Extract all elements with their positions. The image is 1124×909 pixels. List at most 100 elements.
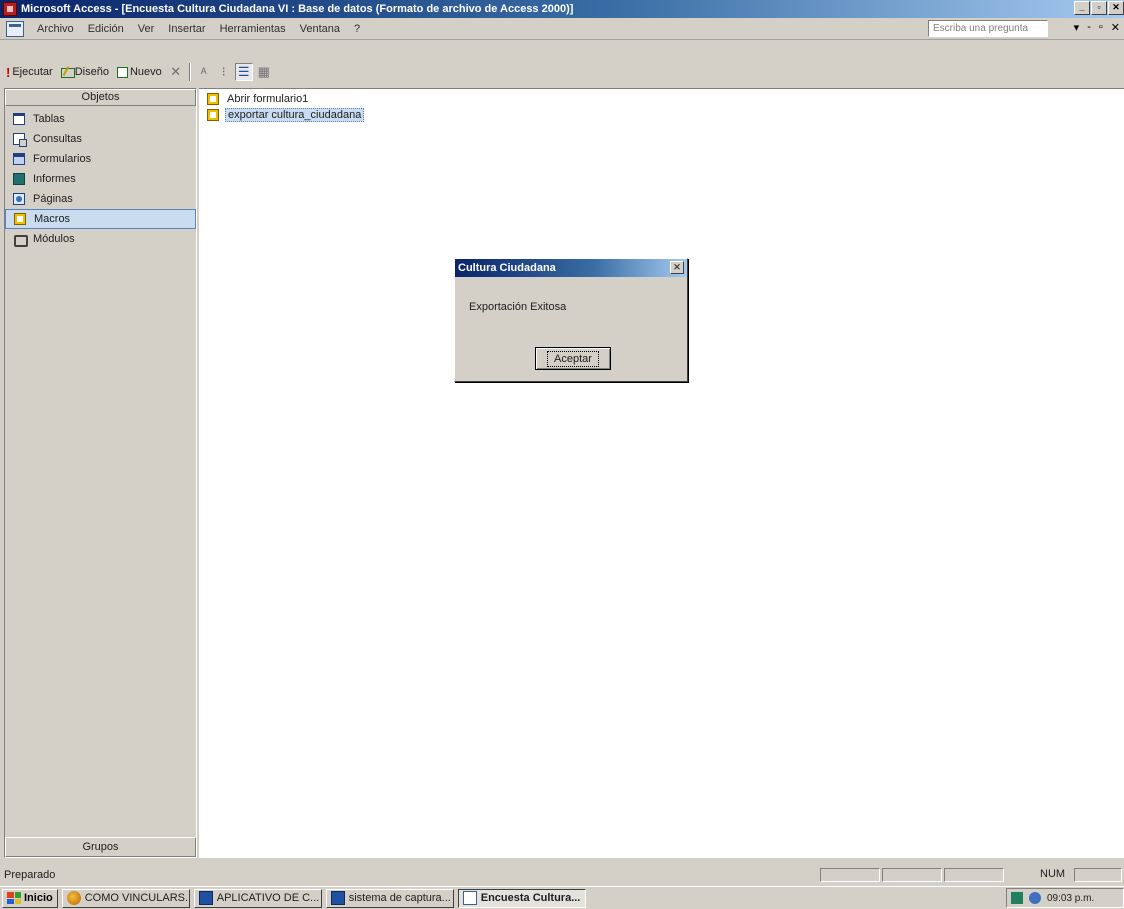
design-button[interactable]: Diseño xyxy=(58,66,112,78)
browser-icon xyxy=(66,891,81,905)
macro-icon xyxy=(14,213,26,225)
object-label: Consultas xyxy=(33,133,82,145)
menu-archivo[interactable]: Archivo xyxy=(30,23,81,35)
title-bar: Microsoft Access - [Encuesta Cultura Ciu… xyxy=(0,0,1124,18)
list-item[interactable]: exportar cultura_ciudadana xyxy=(207,107,365,123)
ask-dropdown-icon[interactable]: ▾ xyxy=(1074,21,1080,34)
object-label: Páginas xyxy=(33,193,73,205)
doc-close-button[interactable]: ✕ xyxy=(1111,21,1120,34)
start-label: Inicio xyxy=(24,892,53,904)
status-text: Preparado xyxy=(4,869,56,881)
system-tray: 09:03 p.m. xyxy=(1006,888,1124,908)
objects-list: Tablas Consultas Formularios Informes Pá… xyxy=(5,106,196,249)
status-panel xyxy=(820,868,880,882)
menu-ver[interactable]: Ver xyxy=(131,23,162,35)
window-title: Microsoft Access - [Encuesta Cultura Ciu… xyxy=(21,3,574,15)
message-dialog: Cultura Ciudadana ✕ Exportación Exitosa … xyxy=(454,258,688,382)
report-icon xyxy=(13,173,25,185)
close-button[interactable]: ✕ xyxy=(1108,1,1124,15)
access-icon xyxy=(462,891,477,905)
database-window-icon[interactable] xyxy=(6,20,24,37)
menu-herramientas[interactable]: Herramientas xyxy=(213,23,293,35)
dialog-close-button[interactable]: ✕ xyxy=(670,261,684,274)
clock[interactable]: 09:03 p.m. xyxy=(1047,893,1094,904)
object-item-paginas[interactable]: Páginas xyxy=(5,189,196,209)
access-app-icon[interactable] xyxy=(3,2,17,16)
run-button[interactable]: ! Ejecutar xyxy=(3,65,56,80)
status-bar: Preparado NUM xyxy=(0,866,1124,884)
new-button[interactable]: Nuevo xyxy=(114,66,165,78)
status-panel xyxy=(882,868,942,882)
macro-icon xyxy=(207,93,219,105)
doc-restore-button[interactable]: ▫ xyxy=(1099,21,1103,34)
tray-app-icon[interactable] xyxy=(1011,892,1023,904)
large-icons-icon[interactable]: ᴬ xyxy=(195,63,213,81)
object-item-tablas[interactable]: Tablas xyxy=(5,109,196,129)
word-icon xyxy=(330,891,345,905)
list-item[interactable]: Abrir formulario1 xyxy=(207,91,310,107)
dialog-title-bar[interactable]: Cultura Ciudadana ✕ xyxy=(455,259,687,277)
new-label: Nuevo xyxy=(129,66,162,78)
taskbar-button[interactable]: sistema de captura... xyxy=(325,888,454,908)
object-label: Macros xyxy=(34,213,71,225)
toolbar-separator xyxy=(188,63,191,81)
table-icon xyxy=(13,113,25,125)
start-button[interactable]: Inicio xyxy=(2,888,58,908)
objects-header[interactable]: Objetos xyxy=(5,89,196,106)
task-label: APLICATIVO DE C... xyxy=(216,892,320,904)
groups-button[interactable]: Grupos xyxy=(5,837,196,857)
object-label: Informes xyxy=(33,173,76,185)
delete-icon[interactable]: ✕ xyxy=(167,63,185,81)
details-view-icon[interactable]: ▦ xyxy=(255,63,273,81)
menu-ventana[interactable]: Ventana xyxy=(293,23,347,35)
list-view-icon[interactable]: ☰ xyxy=(234,63,253,81)
menu-insertar[interactable]: Insertar xyxy=(161,23,212,35)
doc-window-controls: ▾ - ▫ ✕ xyxy=(1074,21,1120,34)
menu-bar: Archivo Edición Ver Insertar Herramienta… xyxy=(0,18,1124,40)
object-label: Formularios xyxy=(33,153,92,165)
word-icon xyxy=(198,891,213,905)
network-icon[interactable] xyxy=(1029,892,1041,904)
design-label: Diseño xyxy=(74,66,109,78)
macro-list-area[interactable]: Abrir formulario1 exportar cultura_ciuda… xyxy=(199,88,1124,858)
doc-minimize-button[interactable]: - xyxy=(1087,21,1091,34)
object-label: Módulos xyxy=(33,233,75,245)
task-label: COMO VINCULARS... xyxy=(84,892,190,904)
macro-icon xyxy=(207,109,219,121)
form-icon xyxy=(13,153,25,165)
menu-edicion[interactable]: Edición xyxy=(81,23,131,35)
object-item-consultas[interactable]: Consultas xyxy=(5,129,196,149)
dialog-title: Cultura Ciudadana xyxy=(458,262,556,274)
object-label: Tablas xyxy=(33,113,65,125)
taskbar: Inicio COMO VINCULARS... APLICATIVO DE C… xyxy=(0,886,1124,909)
small-icons-icon[interactable]: ⁝ xyxy=(215,63,233,81)
run-icon: ! xyxy=(6,64,11,80)
module-icon xyxy=(13,233,28,247)
query-icon xyxy=(13,133,27,147)
minimize-button[interactable]: _ xyxy=(1074,1,1090,15)
taskbar-button[interactable]: COMO VINCULARS... xyxy=(61,888,190,908)
status-panel xyxy=(1074,868,1122,882)
object-item-informes[interactable]: Informes xyxy=(5,169,196,189)
task-label: sistema de captura... xyxy=(348,892,451,904)
macro-label: Abrir formulario1 xyxy=(227,93,309,105)
database-toolbar: ! Ejecutar Diseño Nuevo ✕ ᴬ ⁝ ☰ ▦ xyxy=(0,60,1124,84)
new-object-icon xyxy=(116,66,128,78)
page-icon xyxy=(13,193,25,205)
taskbar-button-active[interactable]: Encuesta Cultura... xyxy=(457,888,586,908)
accept-label: Aceptar xyxy=(547,350,599,367)
object-item-macros[interactable]: Macros xyxy=(5,209,196,229)
menu-help[interactable]: ? xyxy=(347,23,367,35)
window-controls: _ ▫ ✕ xyxy=(1074,1,1124,15)
design-icon xyxy=(60,66,75,78)
restore-button[interactable]: ▫ xyxy=(1091,1,1107,15)
accept-button[interactable]: Aceptar xyxy=(535,347,611,370)
object-item-modulos[interactable]: Módulos xyxy=(5,229,196,249)
windows-logo-icon xyxy=(7,892,21,904)
macro-label: exportar cultura_ciudadana xyxy=(225,108,365,122)
ask-question-input[interactable]: Escriba una pregunta xyxy=(928,20,1048,37)
objects-panel: Objetos Tablas Consultas Formularios Inf… xyxy=(4,88,197,858)
taskbar-button[interactable]: APLICATIVO DE C... xyxy=(193,888,322,908)
run-label: Ejecutar xyxy=(12,66,53,78)
object-item-formularios[interactable]: Formularios xyxy=(5,149,196,169)
